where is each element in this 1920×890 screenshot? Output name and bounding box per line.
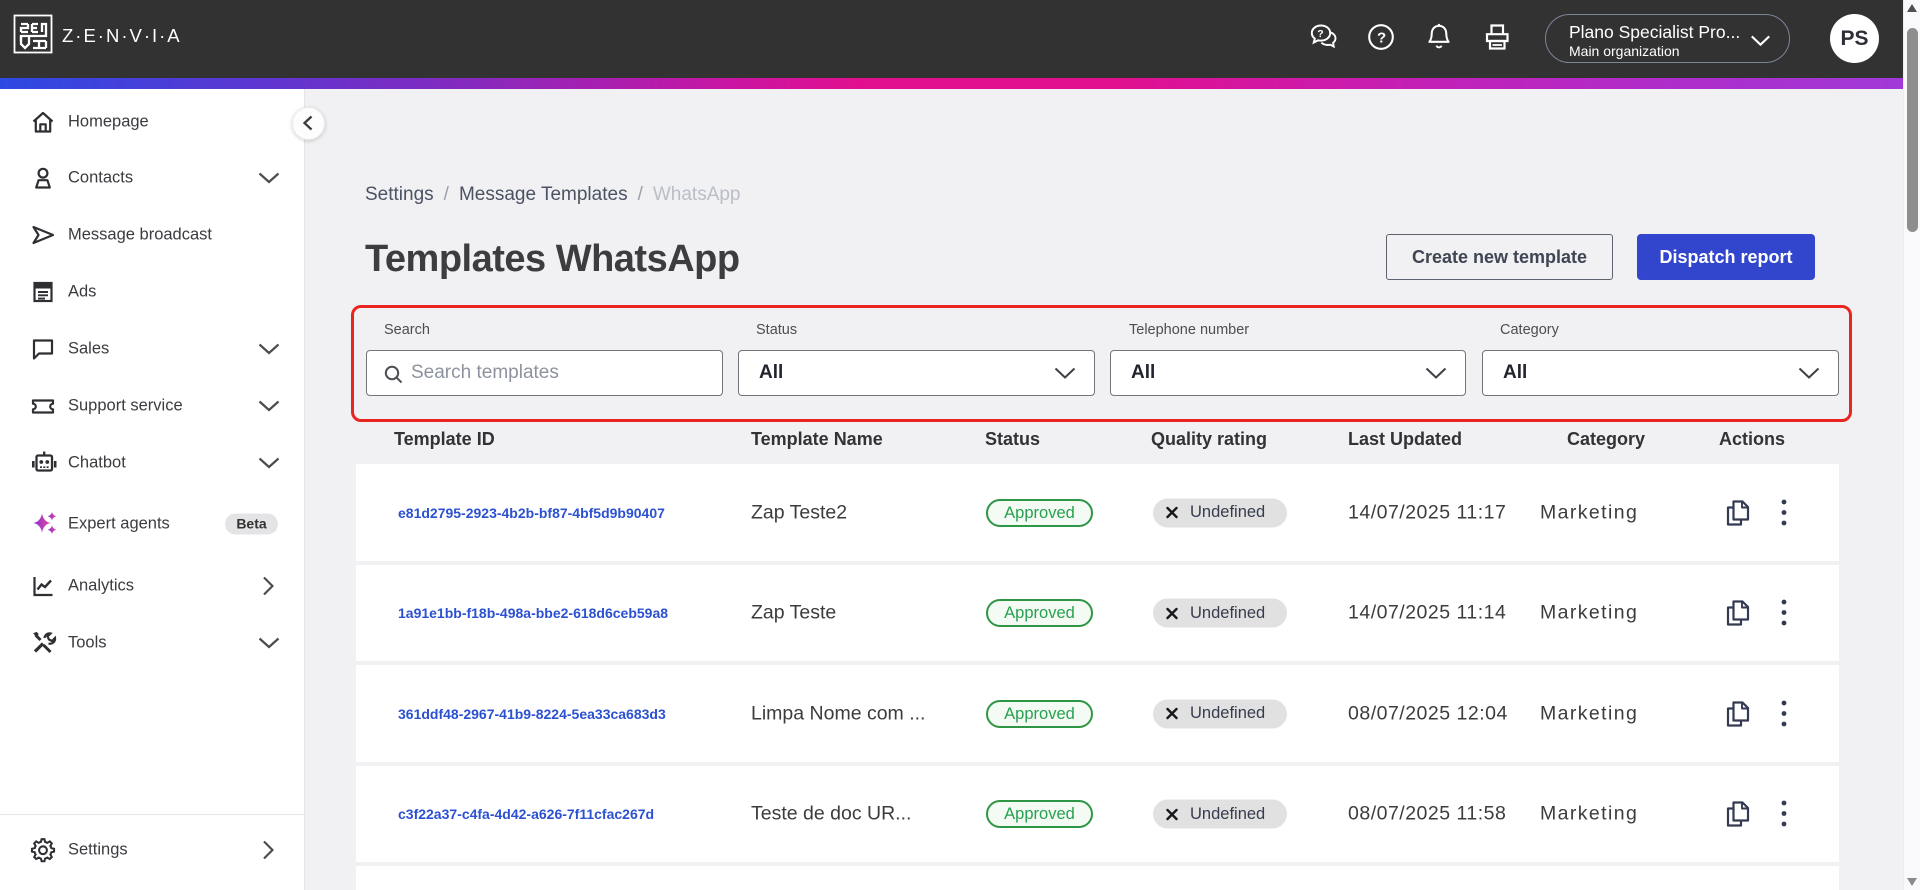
- svg-text:?: ?: [1317, 28, 1323, 40]
- svg-text:?: ?: [1377, 29, 1386, 46]
